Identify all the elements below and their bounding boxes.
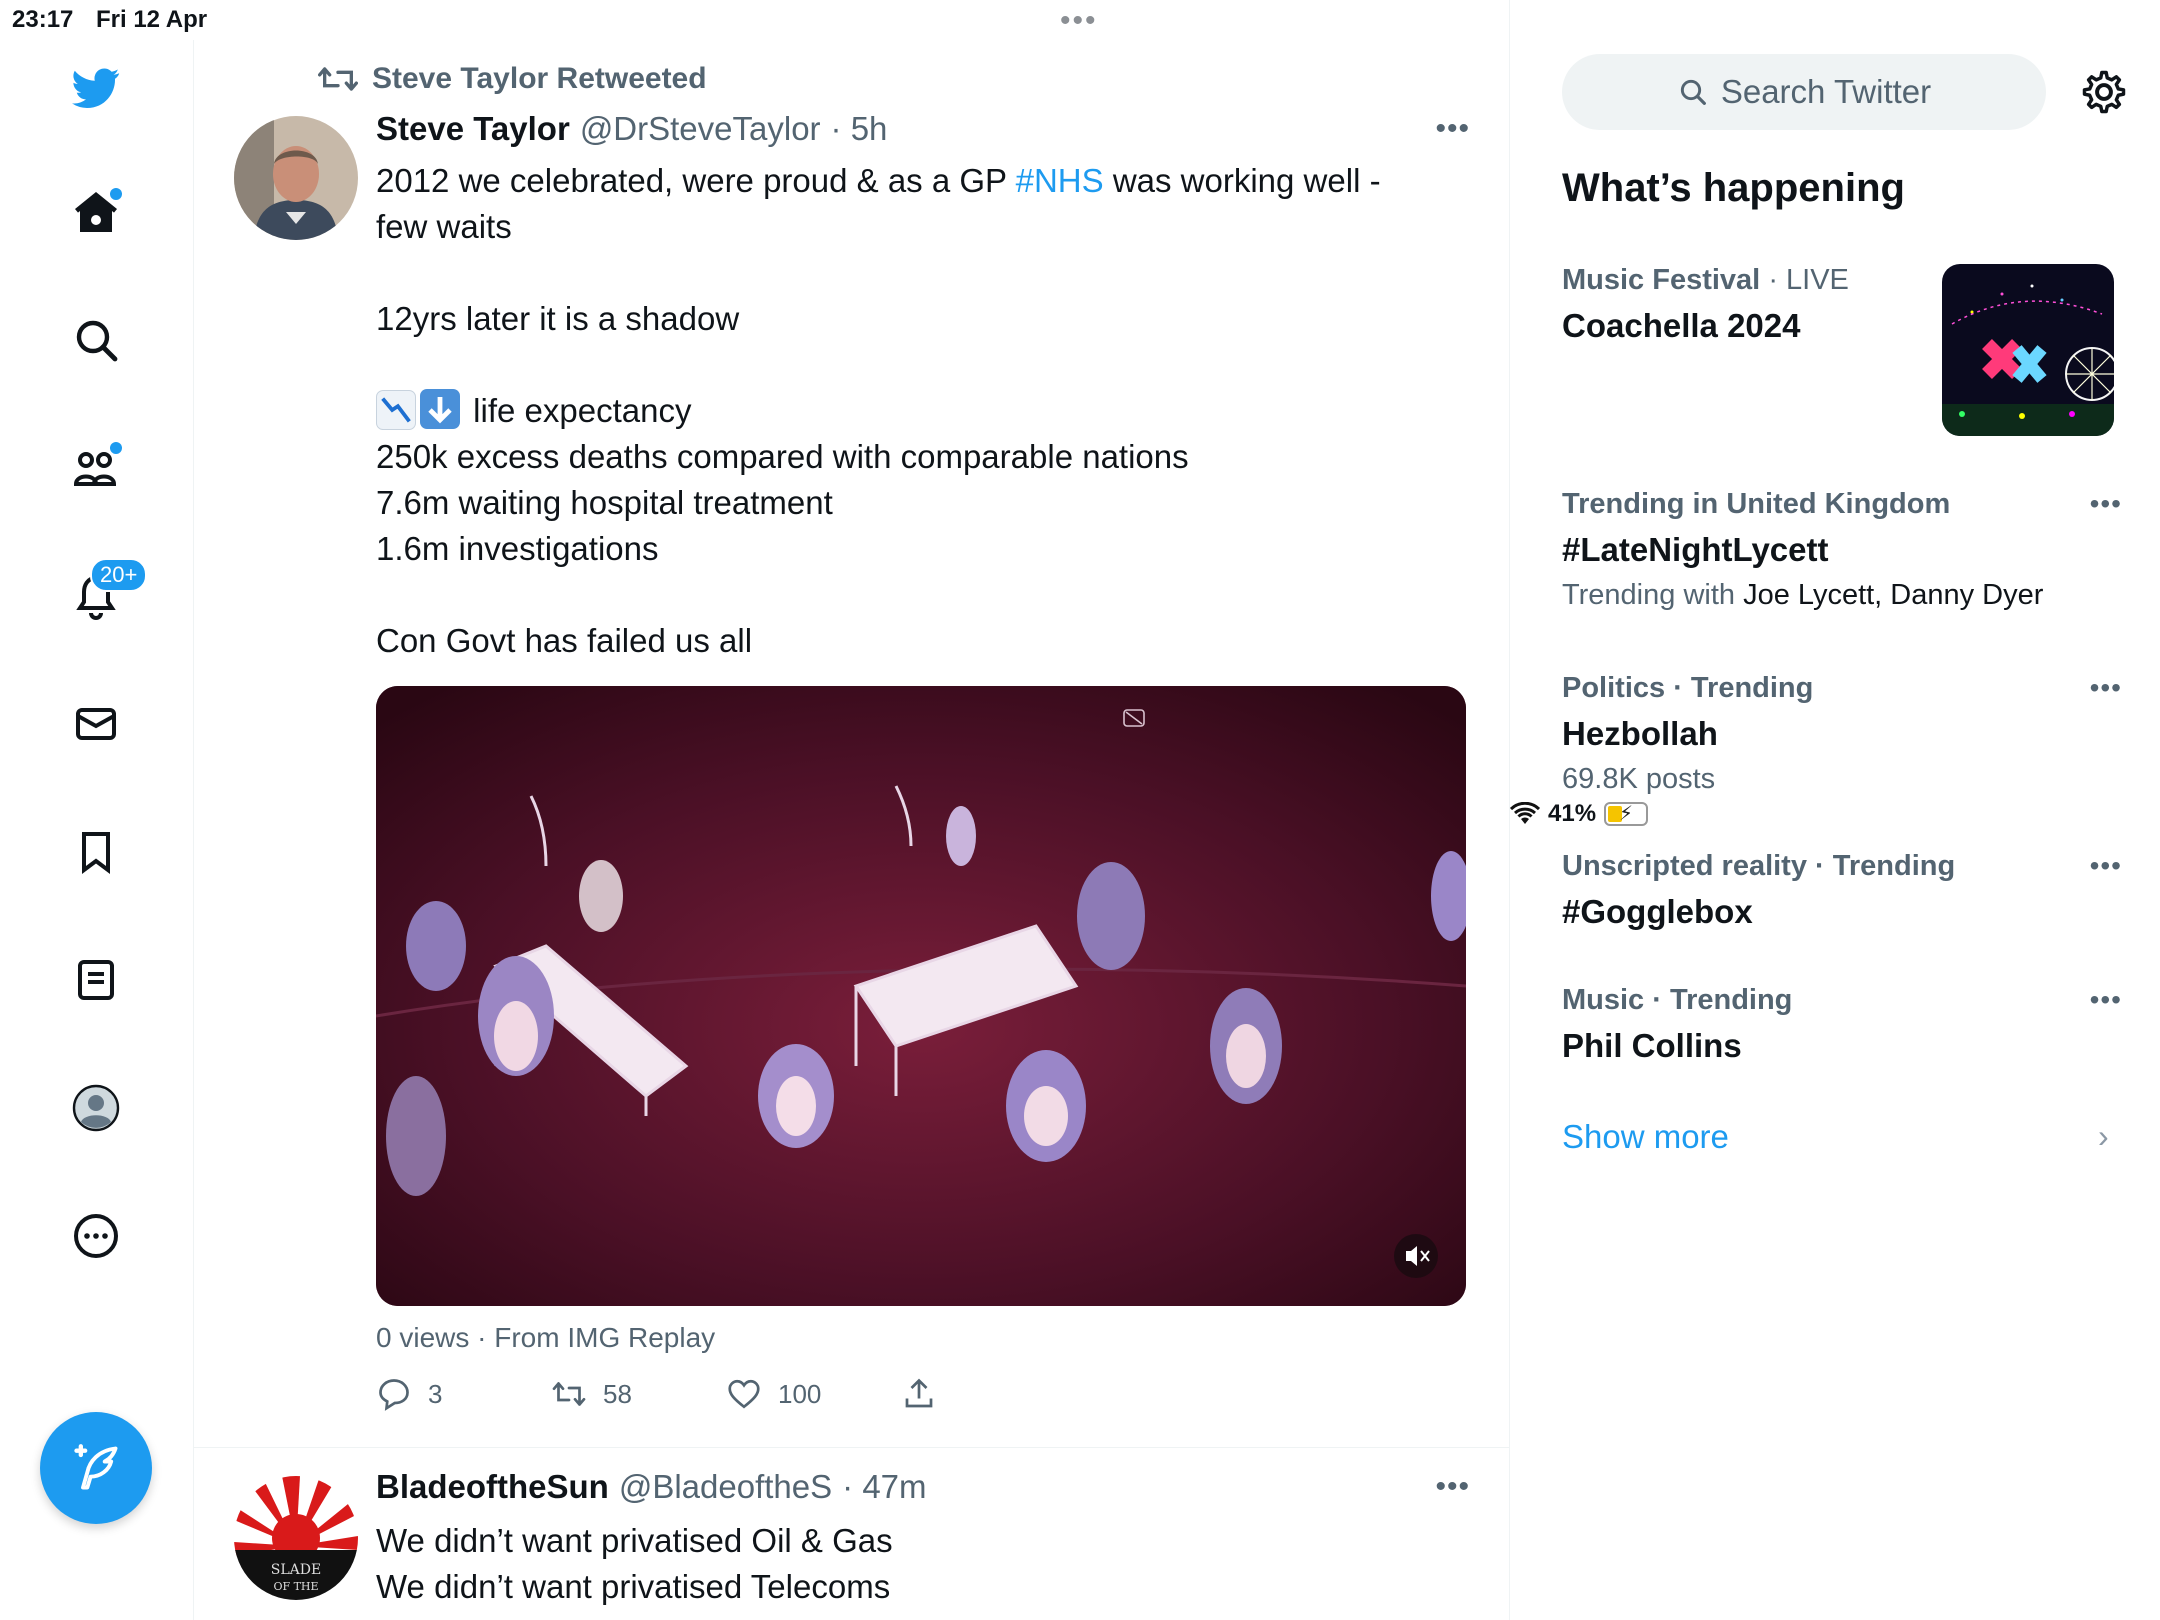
trend-item[interactable]: Unscripted reality · Trending #Gogglebox… — [1562, 850, 2122, 931]
search-input[interactable]: Search Twitter — [1562, 54, 2046, 130]
trend-item[interactable]: Politics · Trending Hezbollah 69.8K post… — [1562, 672, 2122, 796]
tweet-more-button[interactable]: ••• — [1435, 1470, 1470, 1504]
trend-more-button[interactable]: ••• — [2090, 850, 2122, 882]
search-placeholder: Search Twitter — [1720, 73, 1932, 110]
tweet-line: We didn’t want privatised Oil & Gas — [376, 1522, 893, 1559]
author-handle[interactable]: @DrSteveTaylor — [580, 110, 821, 148]
trend-category: Trending in United Kingdom — [1562, 488, 1951, 520]
trend-subtext: Trending with Joe Lycett, Danny Dyer — [1562, 579, 2044, 611]
trend-more-button[interactable]: ••• — [2090, 488, 2122, 520]
share-button[interactable] — [901, 1376, 1076, 1412]
author-name[interactable]: Steve Taylor — [376, 110, 570, 148]
retweet-icon — [552, 1382, 586, 1406]
tweet-text: We didn’t want privatised Oil & Gas We d… — [376, 1518, 1456, 1610]
communities-icon[interactable] — [66, 438, 126, 498]
views-label: 0 views · From IMG Replay — [376, 1322, 716, 1353]
tweet-header: BladeoftheSun @BladeoftheS · 47m — [376, 1468, 927, 1506]
main-timeline: Steve Taylor Retweeted Steve Taylor @DrS… — [194, 0, 1510, 1620]
lists-icon[interactable] — [66, 950, 126, 1010]
trend-topic: Phil Collins — [1562, 1027, 1742, 1064]
right-sidebar: Search Twitter What’s happening Music Fe… — [1510, 0, 2160, 1620]
trend-topic: Hezbollah — [1562, 715, 1718, 752]
tweet-text: 2012 we celebrated, were proud & as a GP… — [376, 158, 1456, 664]
search-icon — [1680, 79, 1706, 105]
avatar[interactable] — [234, 116, 358, 240]
status-date: Fri 12 Apr — [96, 6, 208, 33]
retweeted-by-label: Steve Taylor Retweeted — [372, 62, 707, 95]
bookmarks-icon[interactable] — [66, 822, 126, 882]
tweet-line: 2012 we celebrated, were proud & as a GP… — [376, 162, 1381, 199]
search-icon[interactable] — [66, 310, 126, 370]
whats-happening-title: What’s happening — [1562, 166, 1905, 210]
tweet-header: Steve Taylor @DrSteveTaylor · 5h — [376, 110, 887, 148]
svg-text:SLADE: SLADE — [271, 1562, 321, 1578]
tweet-line: 1.6m investigations — [376, 530, 659, 567]
tweet[interactable]: Steve Taylor Retweeted Steve Taylor @DrS… — [194, 56, 1510, 1448]
trend-item[interactable]: Music · Trending Phil Collins ••• — [1562, 984, 2122, 1065]
like-count: 100 — [778, 1378, 822, 1409]
like-button[interactable]: 100 — [726, 1376, 901, 1412]
chevron-right-icon[interactable]: › — [2098, 1118, 2109, 1155]
share-icon — [905, 1378, 933, 1408]
heart-icon — [728, 1379, 760, 1409]
author-handle[interactable]: @BladeoftheS — [619, 1468, 832, 1506]
tweet-line: 250k excess deaths compared with compara… — [376, 438, 1189, 475]
trend-more-button[interactable]: ••• — [2090, 984, 2122, 1016]
tweet[interactable]: SLADE OF THE BladeoftheSun @BladeoftheS … — [194, 1448, 1510, 1620]
tweet-line: 12yrs later it is a shadow — [376, 300, 740, 337]
avatar[interactable]: SLADE OF THE — [234, 1476, 358, 1600]
reply-button[interactable]: 3 — [376, 1376, 551, 1412]
settings-gear-icon[interactable] — [2078, 66, 2130, 118]
tweet-line: few waits — [376, 208, 512, 245]
video-player[interactable] — [376, 686, 1466, 1306]
down-arrow-emoji-icon — [420, 389, 460, 429]
tweet-time[interactable]: · 47m — [842, 1468, 926, 1506]
chart-decreasing-emoji-icon — [376, 390, 416, 430]
feather-plus-icon — [74, 1444, 118, 1490]
tweet-line: life expectancy — [376, 388, 1456, 434]
retweet-icon — [318, 67, 358, 91]
retweet-indicator: Steve Taylor Retweeted — [318, 62, 707, 96]
messages-icon[interactable] — [66, 694, 126, 754]
left-nav: 20+ — [0, 40, 194, 1620]
reply-icon — [379, 1379, 409, 1411]
tweet-time[interactable]: · 5h — [831, 110, 888, 148]
trend-category: Politics · Trending — [1562, 672, 1814, 704]
video-frame — [376, 686, 1466, 1306]
more-options-icon[interactable] — [66, 1206, 126, 1266]
retweet-button[interactable]: 58 — [551, 1376, 726, 1412]
tweet-more-button[interactable]: ••• — [1435, 112, 1470, 146]
retweet-count: 58 — [603, 1378, 632, 1409]
svg-text:OF THE: OF THE — [273, 1580, 318, 1593]
status-time: 23:17 — [12, 6, 74, 33]
tweet-line: We didn’t want privatised Telecoms — [376, 1568, 891, 1605]
tweet-line: Con Govt has failed us all — [376, 622, 753, 659]
home-icon[interactable] — [66, 182, 126, 242]
tweet-line: 7.6m waiting hospital treatment — [376, 484, 833, 521]
trend-topic: #LateNightLycett — [1562, 531, 1829, 568]
show-more-link[interactable]: Show more — [1562, 1118, 1729, 1156]
trend-category: Unscripted reality · Trending — [1562, 850, 1956, 882]
tweet-actions: 3 58 100 — [376, 1376, 1076, 1412]
compose-tweet-button[interactable] — [40, 1412, 152, 1524]
author-name[interactable]: BladeoftheSun — [376, 1468, 609, 1506]
hashtag-link[interactable]: #NHS — [1016, 162, 1104, 199]
twitter-logo-icon[interactable] — [66, 58, 126, 118]
reply-count: 3 — [428, 1378, 443, 1409]
trend-item[interactable]: Trending in United Kingdom #LateNightLyc… — [1562, 488, 2122, 612]
trend-image[interactable] — [1942, 264, 2114, 436]
mute-button-icon[interactable] — [1394, 1234, 1438, 1278]
trend-post-count: 69.8K posts — [1562, 763, 1716, 795]
trend-topic: #Gogglebox — [1562, 893, 1753, 930]
trend-category: Music · Trending — [1562, 984, 1793, 1016]
notification-badge: 20+ — [90, 558, 148, 592]
trend-more-button[interactable]: ••• — [2090, 672, 2122, 704]
profile-avatar-icon[interactable] — [66, 1078, 126, 1138]
